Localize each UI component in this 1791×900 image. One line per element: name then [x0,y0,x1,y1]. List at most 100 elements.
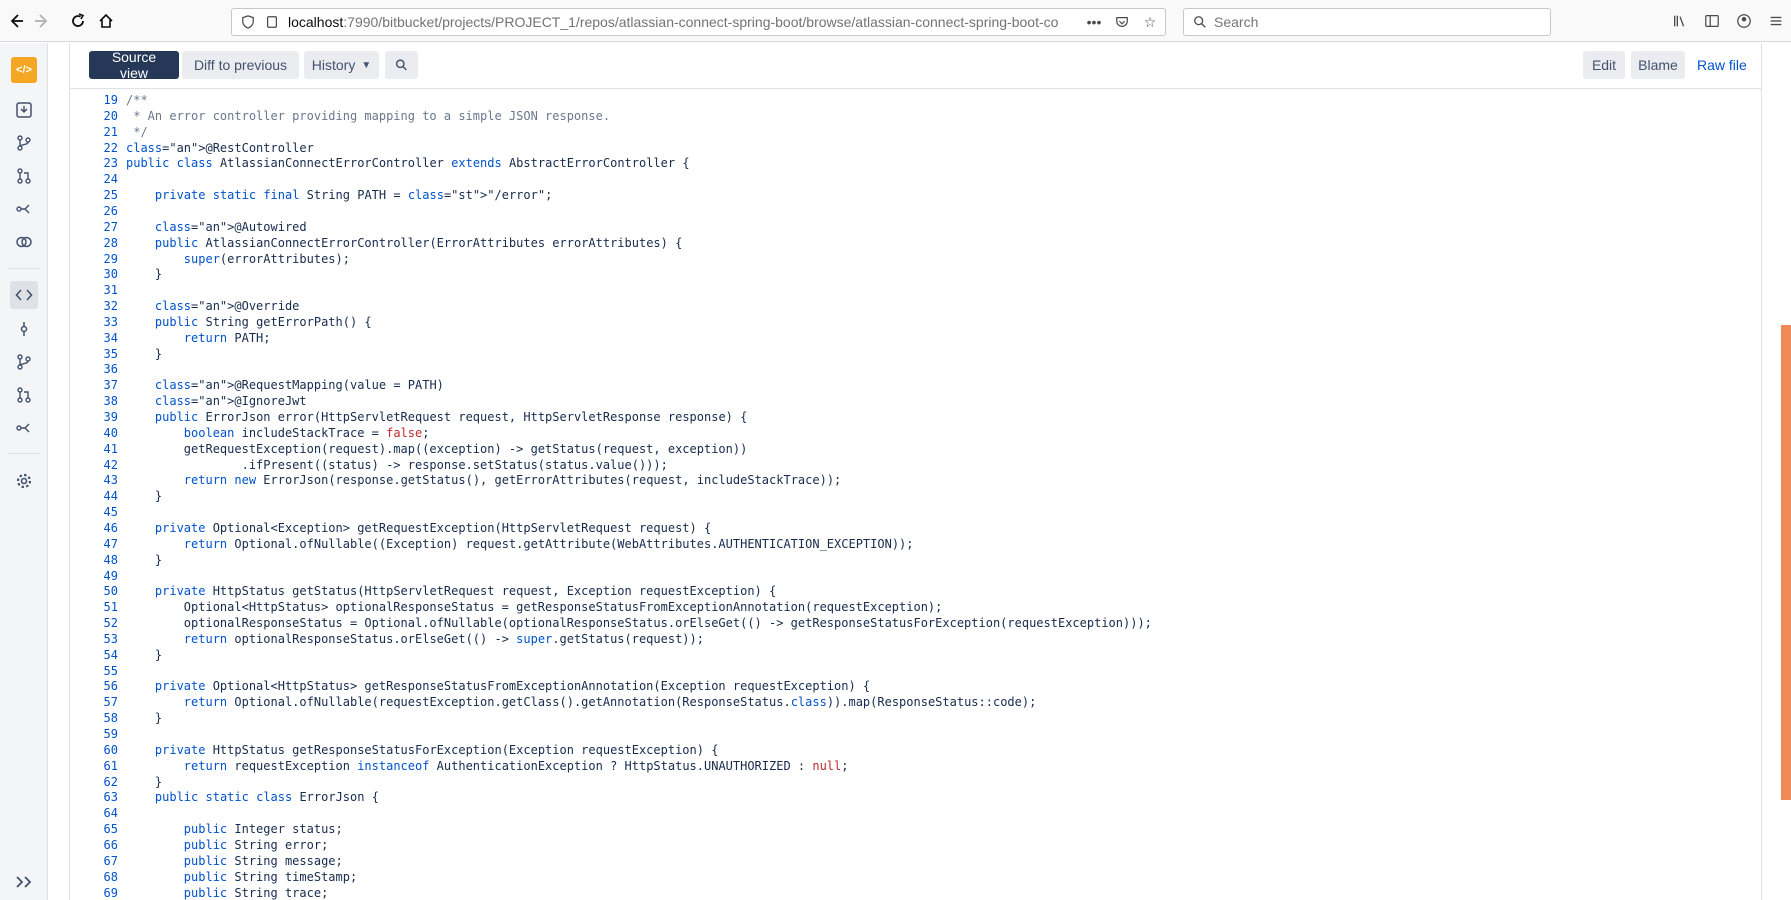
code-line: 25 private static final String PATH = cl… [70,188,1761,204]
pocket-icon[interactable] [1113,13,1131,31]
compare-icon[interactable] [10,228,38,256]
line-number[interactable]: 62 [80,775,118,791]
line-number[interactable]: 31 [80,283,118,299]
line-number[interactable]: 33 [80,315,118,331]
line-number[interactable]: 40 [80,426,118,442]
shield-icon[interactable] [240,14,256,30]
line-number[interactable]: 35 [80,347,118,363]
menu-icon[interactable] [1767,12,1785,30]
line-number[interactable]: 44 [80,489,118,505]
expand-icon[interactable] [0,864,48,900]
search-button[interactable] [385,51,418,79]
line-number[interactable]: 52 [80,616,118,632]
code-line: 39 public ErrorJson error(HttpServletReq… [70,410,1761,426]
edit-button[interactable]: Edit [1583,51,1625,79]
forks-icon[interactable] [10,414,38,442]
raw-file-link[interactable]: Raw file [1697,51,1747,79]
diff-to-previous-button[interactable]: Diff to previous [182,51,299,79]
account-icon[interactable] [1735,12,1753,30]
line-number[interactable]: 21 [80,125,118,141]
line-number[interactable]: 56 [80,679,118,695]
line-number[interactable]: 30 [80,267,118,283]
line-number[interactable]: 50 [80,584,118,600]
forward-icon[interactable] [30,9,54,33]
library-icon[interactable] [1671,12,1689,30]
reload-icon[interactable] [66,9,90,33]
line-number[interactable]: 66 [80,838,118,854]
line-number[interactable]: 43 [80,473,118,489]
line-number[interactable]: 60 [80,743,118,759]
line-number[interactable]: 55 [80,664,118,680]
sidebar-icon[interactable] [1703,12,1721,30]
line-number[interactable]: 22 [80,141,118,157]
line-number[interactable]: 58 [80,711,118,727]
clone-icon[interactable] [10,96,38,124]
search-icon [1192,14,1208,30]
line-number[interactable]: 48 [80,553,118,569]
code-text: private HttpStatus getResponseStatusForE… [154,742,719,757]
source-view-button[interactable]: Source view [89,49,179,81]
line-number[interactable]: 29 [80,252,118,268]
line-number[interactable]: 54 [80,648,118,664]
line-number[interactable]: 32 [80,299,118,315]
url-text[interactable]: localhost:7990/bitbucket/projects/PROJEC… [288,14,1088,30]
pull-requests-icon[interactable] [10,381,38,409]
line-number[interactable]: 41 [80,442,118,458]
code-text: .ifPresent((status) -> response.setStatu… [126,457,668,472]
code-line: 58 } [70,711,1761,727]
line-number[interactable]: 47 [80,537,118,553]
line-number[interactable]: 46 [80,521,118,537]
scrollbar-thumb[interactable] [1781,325,1791,800]
line-number[interactable]: 39 [80,410,118,426]
line-number[interactable]: 53 [80,632,118,648]
source-icon[interactable] [10,281,38,309]
line-number[interactable]: 57 [80,695,118,711]
line-number[interactable]: 25 [80,188,118,204]
line-number[interactable]: 38 [80,394,118,410]
line-number[interactable]: 23 [80,156,118,172]
info-icon[interactable] [264,14,280,30]
line-number[interactable]: 27 [80,220,118,236]
code-line: 46 private Optional<Exception> getReques… [70,521,1761,537]
line-number[interactable]: 63 [80,790,118,806]
line-number[interactable]: 37 [80,378,118,394]
home-icon[interactable] [94,9,118,33]
back-icon[interactable] [4,9,28,33]
line-number[interactable]: 65 [80,822,118,838]
line-number[interactable]: 19 [80,93,118,109]
search-box[interactable] [1183,8,1551,36]
settings-icon[interactable] [10,467,38,495]
blame-button[interactable]: Blame [1631,51,1685,79]
chevron-down-icon: ▼ [361,59,372,71]
code-line: 30 } [70,267,1761,283]
line-number[interactable]: 24 [80,172,118,188]
line-number[interactable]: 20 [80,109,118,125]
line-number[interactable]: 59 [80,727,118,743]
more-icon[interactable]: ••• [1085,13,1103,31]
line-number[interactable]: 34 [80,331,118,347]
line-number[interactable]: 36 [80,362,118,378]
line-number[interactable]: 61 [80,759,118,775]
line-number[interactable]: 28 [80,236,118,252]
line-number[interactable]: 69 [80,886,118,900]
line-number[interactable]: 68 [80,870,118,886]
url-path: :7990/bitbucket/projects/PROJECT_1/repos… [343,14,1059,30]
pull-request-icon[interactable] [10,162,38,190]
line-number[interactable]: 67 [80,854,118,870]
star-icon[interactable]: ☆ [1141,13,1159,31]
search-input[interactable] [1214,14,1534,30]
repo-logo-icon[interactable]: </> [11,57,37,83]
line-number[interactable]: 26 [80,204,118,220]
url-bar[interactable]: localhost:7990/bitbucket/projects/PROJEC… [231,8,1166,36]
line-number[interactable]: 64 [80,806,118,822]
line-number[interactable]: 49 [80,569,118,585]
history-button[interactable]: History ▼ [304,51,379,79]
branch-icon[interactable] [10,129,38,157]
code-line: 22 class="an">@RestController [70,141,1761,157]
commits-icon[interactable] [10,315,38,343]
line-number[interactable]: 45 [80,505,118,521]
line-number[interactable]: 42 [80,458,118,474]
fork-icon[interactable] [10,195,38,223]
line-number[interactable]: 51 [80,600,118,616]
branches-icon[interactable] [10,348,38,376]
